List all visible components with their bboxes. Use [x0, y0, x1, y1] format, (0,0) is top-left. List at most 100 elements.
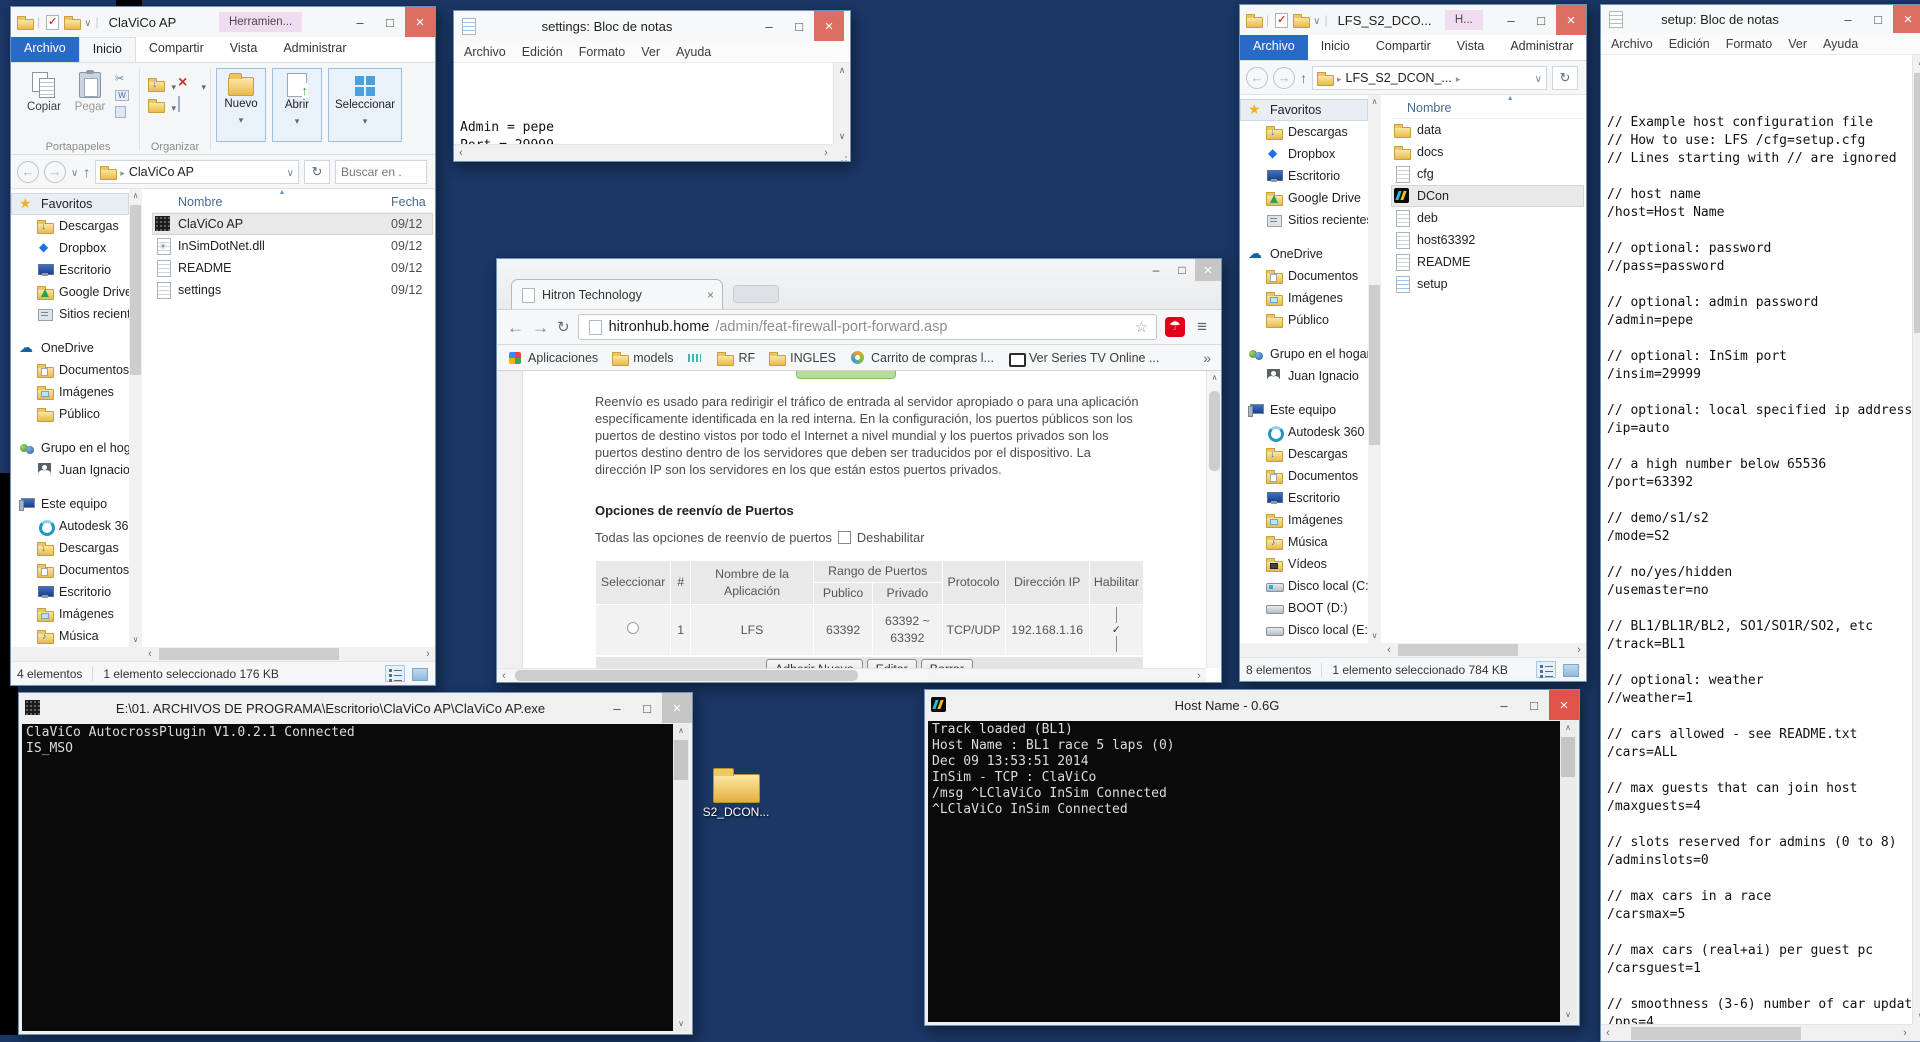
- forward-button[interactable]: [1273, 66, 1295, 89]
- sidebar-item[interactable]: Descargas: [11, 215, 129, 237]
- rename-button[interactable]: [178, 96, 198, 112]
- sidebar-item[interactable]: Grupo en el hogar: [1240, 343, 1368, 365]
- horizontal-scrollbar[interactable]: [1601, 1024, 1912, 1041]
- copy-button[interactable]: Copiar: [21, 68, 67, 118]
- tab-stub[interactable]: [733, 285, 779, 303]
- scroll-right-icon[interactable]: [1898, 1025, 1912, 1042]
- scroll-up-icon[interactable]: [1368, 95, 1381, 109]
- sidebar-item[interactable]: Descargas: [11, 537, 129, 559]
- sidebar-item[interactable]: Documentos: [11, 359, 129, 381]
- sidebar-item[interactable]: Este equipo: [11, 493, 129, 515]
- close-button[interactable]: [662, 693, 692, 723]
- copy-to-button[interactable]: [148, 97, 168, 113]
- page-vertical-scrollbar[interactable]: [1206, 371, 1221, 668]
- sidebar-item[interactable]: Este equipo: [1240, 399, 1368, 421]
- thumbnail-view-button[interactable]: [1560, 661, 1580, 678]
- menu-item[interactable]: Formato: [579, 45, 626, 59]
- sidebar-item[interactable]: Google Drive: [11, 281, 129, 303]
- menu-item[interactable]: Ayuda: [1823, 37, 1858, 51]
- vertical-scrollbar[interactable]: [833, 63, 850, 144]
- menu-item[interactable]: Archivo: [1611, 37, 1653, 51]
- scroll-down-icon[interactable]: [129, 633, 142, 647]
- new-folder-icon[interactable]: [64, 14, 82, 30]
- sidebar-scrollbar[interactable]: [129, 189, 142, 647]
- bookmarks-overflow-icon[interactable]: [1203, 350, 1211, 366]
- column-nombre[interactable]: Nombre: [1391, 101, 1451, 115]
- column-nombre[interactable]: Nombre: [152, 195, 222, 209]
- scroll-left-icon[interactable]: [143, 647, 157, 661]
- up-button[interactable]: [83, 164, 90, 180]
- scroll-up-icon[interactable]: [1560, 721, 1576, 735]
- sidebar-item[interactable]: Imágenes: [1240, 287, 1368, 309]
- tab-close-icon[interactable]: [707, 288, 714, 302]
- close-button[interactable]: [1556, 5, 1586, 35]
- text-area[interactable]: Admin = pepePort = 29999IP = 127.0.0.1: [454, 63, 833, 144]
- details-view-button[interactable]: [385, 665, 405, 682]
- refresh-button[interactable]: [304, 159, 330, 184]
- sidebar-item[interactable]: OneDrive: [1240, 243, 1368, 265]
- page-tab-fragment[interactable]: [796, 371, 896, 379]
- bookmark-item[interactable]: models: [612, 350, 673, 366]
- menu-item[interactable]: Archivo: [464, 45, 506, 59]
- scroll-right-icon[interactable]: [1572, 643, 1586, 657]
- file-row[interactable]: docs: [1391, 141, 1584, 163]
- file-row[interactable]: settings 09/12: [152, 279, 433, 301]
- address-box[interactable]: ClaViCo AP: [95, 159, 299, 184]
- close-button[interactable]: [1549, 690, 1579, 720]
- scroll-down-icon[interactable]: [834, 129, 850, 144]
- reload-button[interactable]: [557, 318, 570, 336]
- maximize-button[interactable]: [1169, 259, 1195, 281]
- sidebar-item[interactable]: Sitios recientes: [11, 303, 129, 325]
- sidebar-item[interactable]: Favoritos: [11, 193, 129, 215]
- file-row[interactable]: setup: [1391, 273, 1584, 295]
- scroll-down-icon[interactable]: [1913, 1009, 1920, 1024]
- browser-menu-icon[interactable]: [1193, 317, 1211, 337]
- bookmark-star-icon[interactable]: [1135, 318, 1148, 336]
- sidebar-item[interactable]: Vídeos: [1240, 553, 1368, 575]
- bookmark-item[interactable]: Carrito de compras l...: [850, 350, 994, 366]
- browser-tab[interactable]: Hitron Technology: [511, 279, 723, 309]
- address-dropdown-icon[interactable]: [1535, 71, 1542, 85]
- horizontal-scrollbar[interactable]: [1240, 643, 1586, 657]
- page-horizontal-scrollbar[interactable]: [497, 668, 1206, 682]
- sidebar-item[interactable]: Escritorio: [11, 581, 129, 603]
- sidebar-item[interactable]: Disco local (C:): [1240, 575, 1368, 597]
- sidebar-item[interactable]: Escritorio: [11, 259, 129, 281]
- enable-checkbox[interactable]: [1093, 607, 1139, 652]
- ribbon-tab[interactable]: Archivo: [1240, 35, 1308, 60]
- sidebar-item[interactable]: Dropbox: [1240, 143, 1368, 165]
- scroll-right-icon[interactable]: [1192, 669, 1206, 682]
- sidebar-item[interactable]: Imágenes: [11, 603, 129, 625]
- sidebar-item[interactable]: Escritorio: [1240, 165, 1368, 187]
- sidebar-item[interactable]: Documentos: [11, 559, 129, 581]
- sidebar-scrollbar[interactable]: [1368, 95, 1381, 643]
- sidebar-item[interactable]: Dropbox: [11, 237, 129, 259]
- row-radio[interactable]: [627, 621, 640, 634]
- resize-grip[interactable]: [1912, 1024, 1920, 1041]
- close-button[interactable]: [404, 7, 435, 37]
- close-button[interactable]: [1195, 259, 1221, 281]
- sidebar-item[interactable]: Imágenes: [11, 381, 129, 403]
- sidebar-item[interactable]: Documentos: [1240, 465, 1368, 487]
- maximize-button[interactable]: [1863, 5, 1893, 33]
- menu-item[interactable]: Edición: [1669, 37, 1710, 51]
- scroll-left-icon[interactable]: [1382, 643, 1396, 657]
- sidebar-item[interactable]: Favoritos: [1240, 99, 1368, 121]
- properties-icon[interactable]: [44, 14, 60, 30]
- console-scrollbar[interactable]: [1560, 721, 1576, 1022]
- scrollbar-thumb[interactable]: [1561, 737, 1575, 777]
- sidebar-item[interactable]: Grupo en el hogar: [11, 437, 129, 459]
- avira-extension-icon[interactable]: [1165, 317, 1186, 337]
- minimize-button[interactable]: [345, 7, 375, 37]
- sidebar-item[interactable]: Autodesk 360: [1240, 421, 1368, 443]
- scrollbar-thumb[interactable]: [130, 205, 141, 375]
- bookmark-item[interactable]: RF: [717, 350, 755, 366]
- menu-item[interactable]: Ver: [1788, 37, 1807, 51]
- sidebar-item[interactable]: OneDrive: [11, 337, 129, 359]
- scroll-right-icon[interactable]: [421, 647, 435, 661]
- sidebar-item[interactable]: Música: [11, 625, 129, 647]
- minimize-button[interactable]: [1143, 259, 1169, 281]
- thumbnail-view-button[interactable]: [409, 665, 429, 682]
- scroll-down-icon[interactable]: [673, 1017, 689, 1031]
- address-dropdown-icon[interactable]: [287, 165, 294, 179]
